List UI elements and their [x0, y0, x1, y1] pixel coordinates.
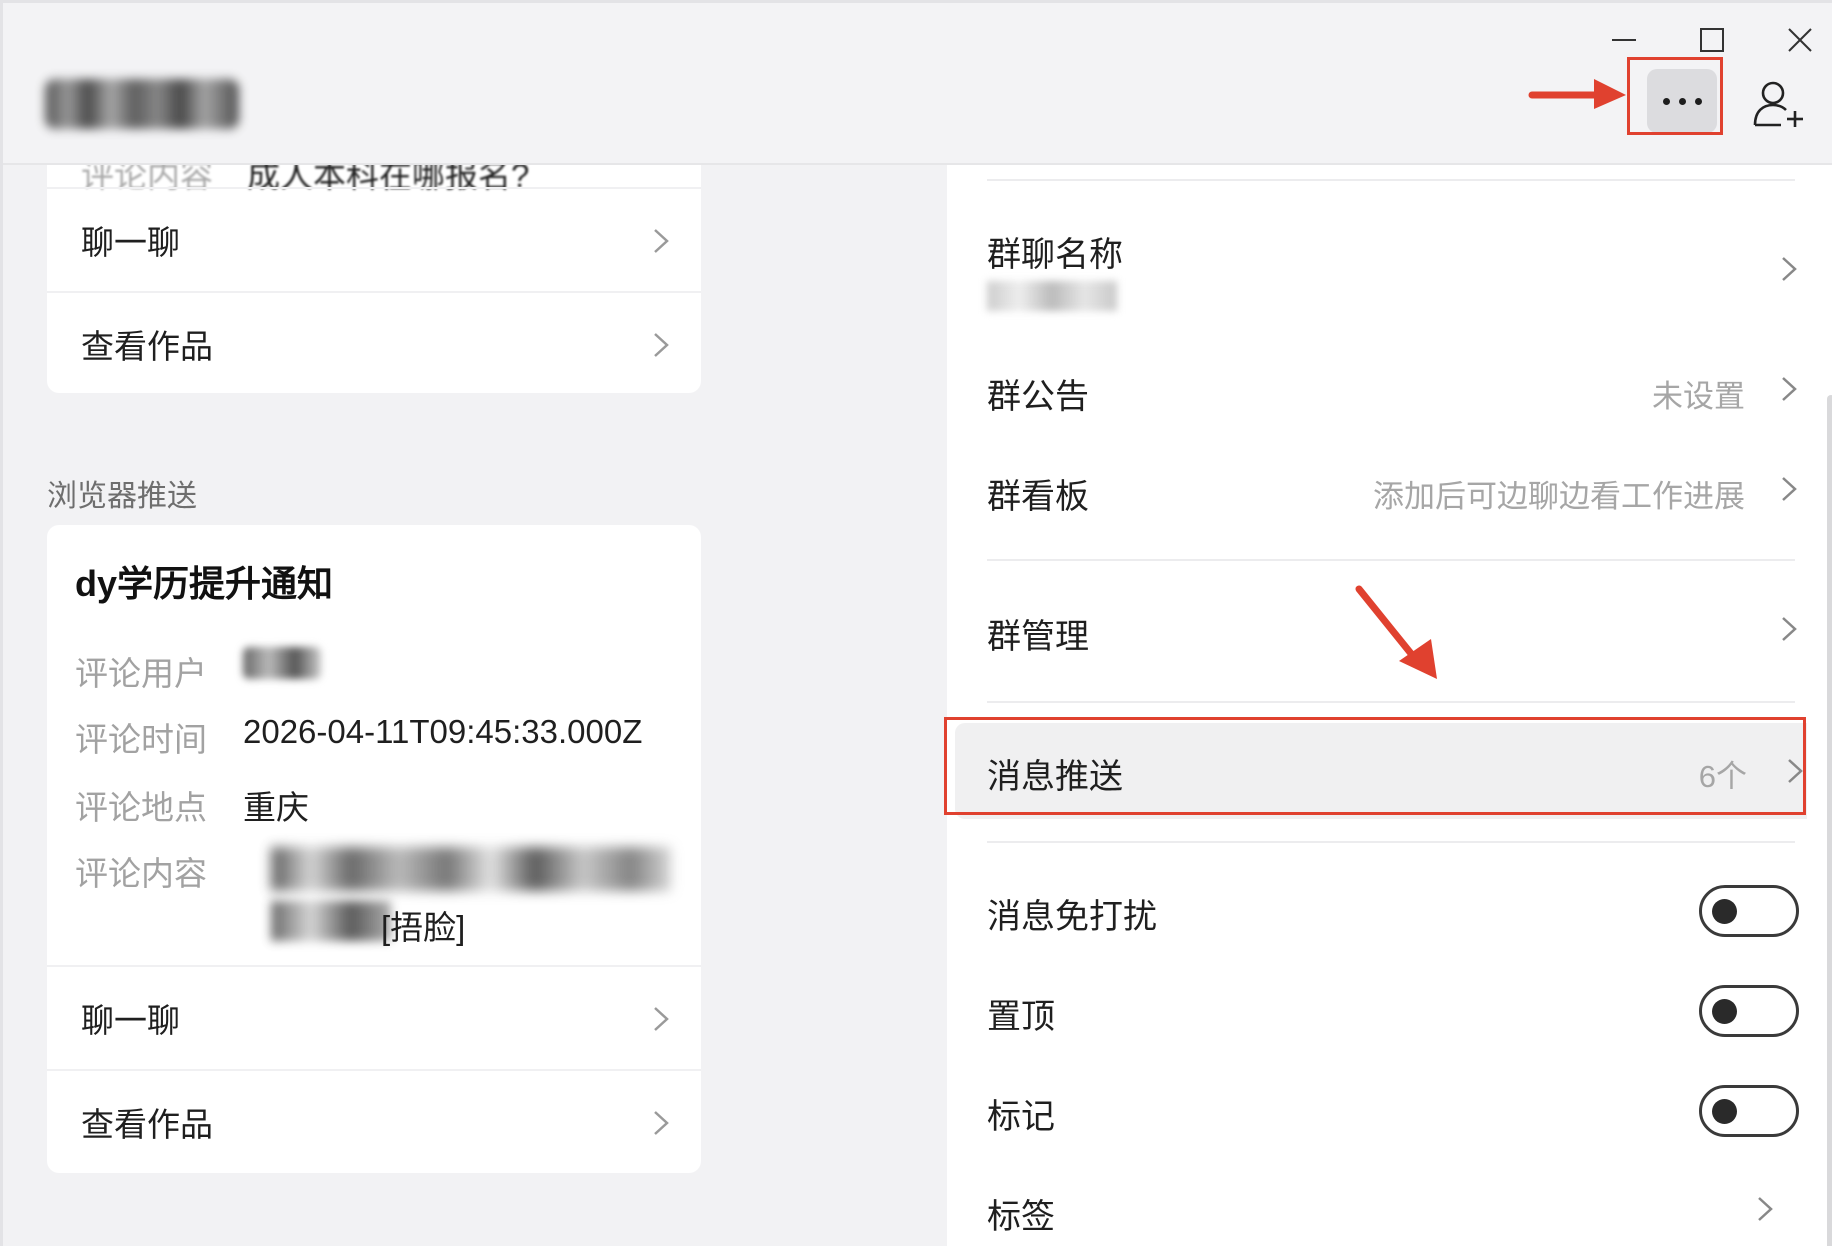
- field-comment-location: 评论地点 重庆: [75, 789, 309, 826]
- chat-link-row[interactable]: 聊一聊: [47, 965, 701, 1069]
- highlight-box-more: [1627, 57, 1723, 135]
- mark-toggle[interactable]: [1699, 1085, 1799, 1137]
- setting-dnd: 消息免打扰: [947, 865, 1832, 957]
- pin-toggle[interactable]: [1699, 985, 1799, 1037]
- annotation-arrow-right-icon: [1528, 79, 1626, 109]
- chevron-right-icon: [1782, 477, 1797, 501]
- chevron-right-icon: [654, 1111, 669, 1135]
- chevron-right-icon: [1782, 617, 1797, 641]
- minimize-icon[interactable]: [1603, 19, 1645, 61]
- close-icon[interactable]: [1779, 19, 1821, 61]
- scrollbar[interactable]: [1827, 395, 1832, 1246]
- section-label: 浏览器推送: [47, 480, 197, 513]
- chat-header: [3, 3, 1832, 165]
- setting-group-board[interactable]: 群看板 添加后可边聊边看工作进展: [947, 445, 1832, 537]
- add-member-button[interactable]: [1751, 79, 1807, 129]
- view-works-row[interactable]: 查看作品: [47, 291, 701, 395]
- push-card: 评论内容 成人本科在哪报名? 聊一聊 查看作品: [47, 165, 701, 393]
- chevron-right-icon: [654, 333, 669, 357]
- maximize-icon[interactable]: [1691, 19, 1733, 61]
- field-comment-time: 评论时间 2026-04-11T09:45:33.000Z: [75, 713, 643, 758]
- chat-title-redacted: [45, 79, 239, 129]
- group-settings-panel: 群聊名称 群公告 未设置 群看板 添加后可边聊边看工作进展 群管理 消息推送 6…: [947, 165, 1832, 1246]
- redacted-content: [271, 847, 671, 891]
- field-comment-content: 评论内容 [捂脸]: [75, 847, 695, 947]
- add-user-icon: [1753, 81, 1803, 127]
- setting-announcement[interactable]: 群公告 未设置: [947, 345, 1832, 437]
- push-card: dy学历提升通知 评论用户 评论时间 2026-04-11T09:45:33.0…: [47, 525, 701, 1173]
- chevron-right-icon: [1782, 257, 1797, 281]
- annotation-arrow-down-right-icon: [1355, 585, 1437, 679]
- dnd-toggle[interactable]: [1699, 885, 1799, 937]
- redacted-user: [243, 647, 321, 679]
- divider: [987, 701, 1795, 703]
- divider: [987, 559, 1795, 561]
- redacted-group-name: [987, 281, 1117, 311]
- setting-pin: 置顶: [947, 965, 1832, 1057]
- divider: [987, 179, 1795, 181]
- divider: [987, 841, 1795, 843]
- card-title: dy学历提升通知: [75, 563, 334, 604]
- message-list-panel: 评论内容 成人本科在哪报名? 聊一聊 查看作品 浏览器推送 dy学历提升通知 评论…: [3, 165, 947, 1246]
- chat-link-row[interactable]: 聊一聊: [47, 187, 701, 291]
- redacted-content: [271, 901, 391, 941]
- chevron-right-icon: [654, 229, 669, 253]
- highlight-box-push: [944, 717, 1806, 815]
- app-window: 评论内容 成人本科在哪报名? 聊一聊 查看作品 浏览器推送 dy学历提升通知 评论…: [0, 0, 1832, 1246]
- setting-tags[interactable]: 标签: [947, 1165, 1832, 1246]
- setting-group-name[interactable]: 群聊名称: [947, 205, 1832, 335]
- view-works-label: 查看作品: [81, 1106, 213, 1143]
- chat-link-label: 聊一聊: [81, 1002, 180, 1039]
- chevron-right-icon: [654, 1007, 669, 1031]
- view-works-label: 查看作品: [81, 328, 213, 365]
- field-comment-user: 评论用户: [75, 647, 321, 695]
- chevron-right-icon: [1758, 1197, 1773, 1221]
- chat-link-label: 聊一聊: [81, 224, 180, 261]
- chevron-right-icon: [1782, 377, 1797, 401]
- view-works-row[interactable]: 查看作品: [47, 1069, 701, 1173]
- setting-mark: 标记: [947, 1065, 1832, 1157]
